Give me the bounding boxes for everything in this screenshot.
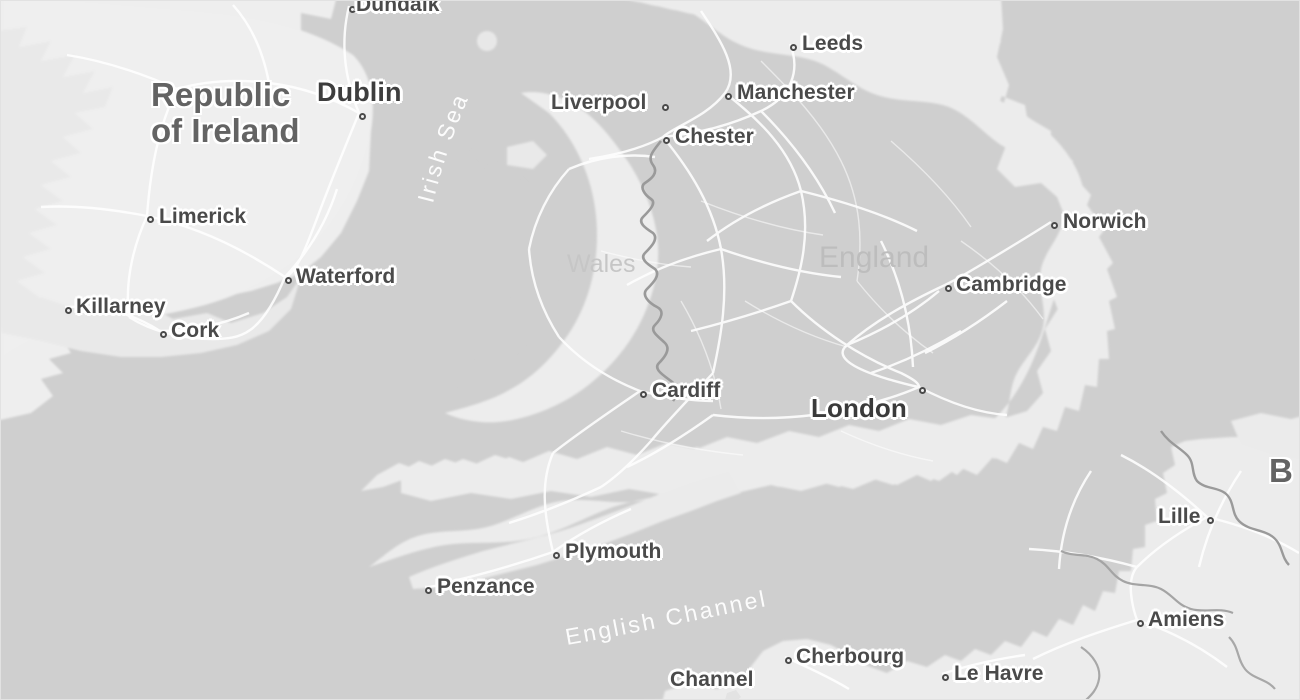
city-dot-cambridge[interactable] [945, 285, 952, 292]
city-dot-lille[interactable] [1207, 517, 1214, 524]
city-dot-manchester[interactable] [725, 93, 732, 100]
city-dot-killarney[interactable] [65, 307, 72, 314]
city-dot-cork[interactable] [160, 331, 167, 338]
city-dot-le-havre[interactable] [942, 674, 949, 681]
city-dot-plymouth[interactable] [553, 552, 560, 559]
city-dot-waterford[interactable] [285, 277, 292, 284]
city-dot-dundalk[interactable] [349, 6, 356, 13]
city-dot-penzance[interactable] [425, 587, 432, 594]
map-graphics: Irish Sea English Channel [1, 1, 1299, 699]
city-dot-leeds[interactable] [790, 44, 797, 51]
city-dot-limerick[interactable] [147, 216, 154, 223]
city-dot-liverpool[interactable] [662, 104, 669, 111]
map-canvas[interactable]: Irish Sea English Channel Republic of Ire… [0, 0, 1300, 700]
city-dot-norwich[interactable] [1051, 222, 1058, 229]
city-dot-amiens[interactable] [1137, 620, 1144, 627]
city-dot-london[interactable] [919, 387, 926, 394]
city-dot-cardiff[interactable] [640, 391, 647, 398]
islet-isle-of-man [477, 31, 497, 51]
city-dot-dublin[interactable] [359, 113, 366, 120]
city-dot-chester[interactable] [663, 137, 670, 144]
city-dot-cherbourg[interactable] [785, 657, 792, 664]
